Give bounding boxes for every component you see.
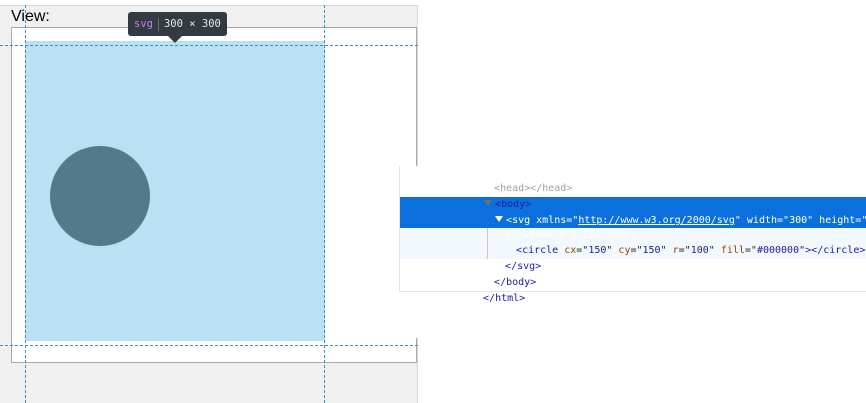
devtools-border-bottom (399, 291, 866, 292)
tooltip-tag-name: svg (134, 18, 153, 30)
tree-node-svg-cont[interactable]: viewBox="0 0 600 300"> (400, 212, 866, 241)
guide-left (25, 5, 26, 403)
guide-right (324, 5, 325, 403)
html-close-tag: </html> (483, 293, 526, 304)
view-label: View: (11, 8, 50, 25)
rendered-circle[interactable] (50, 146, 150, 246)
tree-node-head[interactable]: <head></head> (400, 165, 866, 194)
tree-node-html-close[interactable]: </html> (400, 275, 866, 304)
tree-node-body[interactable]: <body> (400, 181, 866, 210)
tree-node-svg-close[interactable]: </svg> (400, 243, 866, 272)
guide-bottom (0, 345, 418, 346)
tree-node-body-close[interactable]: </body> (400, 259, 866, 288)
element-size-tooltip: svg 300 × 300 (128, 12, 227, 36)
tooltip-dimensions: 300 × 300 (163, 18, 221, 30)
tree-node-svg[interactable]: <svg xmlns="http://www.w3.org/2000/svg" … (400, 197, 866, 226)
svg-element-highlight[interactable] (25, 41, 325, 341)
tooltip-separator (157, 17, 159, 31)
tree-node-circle[interactable]: <circle cx="150" cy="150" r="100" fill="… (400, 227, 866, 256)
tooltip-arrow (168, 36, 182, 43)
guide-top (0, 45, 418, 46)
rendered-svg (50, 146, 150, 246)
